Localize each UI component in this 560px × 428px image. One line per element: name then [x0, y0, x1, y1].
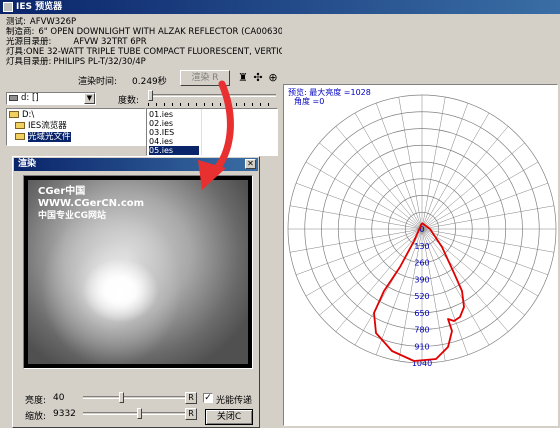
info-lamp-catalog: 光源目录册: AFVW 32TRT 6PR — [6, 37, 147, 47]
polar-plot: 01302603905206507809101040 — [287, 94, 557, 368]
file-item[interactable]: 01.ies — [149, 110, 199, 119]
polar-ring-label: 780 — [414, 326, 429, 335]
brightness-slider-track — [83, 396, 187, 399]
polar-ring-label: 520 — [414, 292, 429, 301]
polar-ring-label: 130 — [414, 242, 429, 251]
render-time-value: 0.249秒 — [132, 77, 167, 87]
brightness-value: 40 — [53, 393, 65, 403]
polar-grid-spoke — [375, 102, 423, 230]
light-transfer-checkbox[interactable]: ✓ — [203, 393, 213, 403]
degree-slider[interactable] — [148, 90, 276, 108]
watermark-line3: 中国专业CG网站 — [38, 211, 106, 221]
polar-grid-spoke — [421, 182, 549, 230]
degree-slider-ticks — [148, 103, 276, 106]
polar-ring-label: 260 — [414, 259, 429, 268]
file-list[interactable]: 01.ies 02.ies 03.IES 04.ies 05.ies — [146, 108, 278, 156]
window-title-bar[interactable]: IES 预览器 — [0, 0, 560, 14]
angle-value: =0 — [312, 97, 325, 106]
render-time-label: 渲染时间: — [78, 77, 118, 87]
close-button[interactable]: 关闭C — [205, 409, 253, 425]
polar-info: 预览: 最大亮度 =1028 角度 =0 — [288, 88, 371, 106]
scale-reset-button[interactable]: R — [185, 408, 197, 420]
degree-slider-thumb[interactable] — [148, 90, 153, 101]
drive-select[interactable]: d: [] ▼ — [6, 92, 96, 105]
folder-item[interactable]: D:\ — [9, 110, 34, 121]
polar-ring-label: 390 — [414, 275, 429, 284]
max-label: 最大亮度 — [309, 88, 342, 97]
render-dialog-title-bar[interactable]: 渲染 ✕ — [14, 158, 258, 171]
max-value: =1028 — [343, 88, 371, 97]
file-item[interactable]: 03.IES — [149, 128, 199, 137]
scale-slider[interactable] — [83, 408, 187, 420]
preview-label: 预览: — [288, 88, 307, 97]
polar-grid-spoke — [421, 228, 509, 332]
crosshair-icon[interactable]: ⊕ — [266, 70, 280, 86]
folder-icon — [9, 111, 19, 118]
polar-grid-spoke — [421, 142, 525, 230]
degree-slider-track — [148, 94, 276, 97]
folder-open-icon — [15, 133, 25, 140]
close-icon[interactable]: ✕ — [245, 159, 256, 169]
window-title: IES 预览器 — [16, 2, 63, 12]
polar-ring-label: 650 — [414, 309, 429, 318]
drive-value: d: [] — [21, 93, 39, 103]
scale-value: 9332 — [53, 409, 76, 419]
scale-slider-track — [83, 412, 187, 415]
lamp-icon[interactable]: ♜ — [236, 70, 250, 86]
render-dialog: 渲染 ✕ CGer中国 WWW.CGerCN.com 中国专业CG网站 亮度: … — [12, 156, 260, 428]
watermark: CGer中国 WWW.CGerCN.com 中国专业CG网站 — [38, 186, 144, 222]
polar-grid-spoke — [319, 228, 423, 316]
file-item[interactable]: 02.ies — [149, 119, 199, 128]
scale-label: 缩放: — [25, 412, 47, 422]
polar-grid-spoke — [421, 102, 469, 230]
polar-plot-panel: 0 130 260 390 520 650 780 910 1040 预览: 最大亮度 =102… — [283, 84, 558, 426]
render-button[interactable]: 渲染 R — [180, 70, 230, 86]
scale-slider-thumb[interactable] — [137, 408, 142, 419]
degree-label: 度数: — [118, 96, 140, 106]
polar-grid-spoke — [335, 126, 423, 230]
info-test: 测试: AFVW326P — [6, 17, 77, 27]
expand-icon[interactable]: ✣ — [251, 70, 265, 86]
polar-grid-spoke — [319, 142, 423, 230]
folder-tree[interactable]: D:\ IES流览器 光域光文件 — [6, 108, 146, 146]
brightness-reset-button[interactable]: R — [185, 392, 197, 404]
brightness-label: 亮度: — [25, 396, 47, 406]
drive-icon — [9, 95, 18, 101]
app-icon — [3, 2, 13, 12]
polar-grid-spoke — [335, 228, 423, 332]
polar-grid-spoke — [295, 182, 423, 230]
brightness-slider[interactable] — [83, 392, 187, 404]
info-luminaire-catalog: 灯具目录册: PHILIPS PL-T/32/30/4P — [6, 57, 146, 67]
polar-grid-spoke — [295, 228, 423, 276]
watermark-line1: CGer中国 — [38, 186, 86, 197]
render-dialog-title: 渲染 — [18, 159, 37, 169]
info-luminaire: 灯具:ONE 32-WATT TRIPLE TUBE COMPACT FLUOR… — [6, 47, 282, 57]
polar-grid-spoke — [421, 228, 549, 276]
info-manufacturer: 制造商: 6" OPEN DOWNLIGHT WITH ALZAK REFLECT… — [6, 27, 282, 37]
folder-item-selected[interactable]: 光域光文件 — [15, 132, 71, 143]
folder-icon — [15, 122, 25, 129]
file-item-selected[interactable]: 05.ies — [149, 146, 199, 155]
angle-label: 角度 — [294, 97, 310, 106]
render-view: CGer中国 WWW.CGerCN.com 中国专业CG网站 — [23, 175, 253, 369]
light-transfer-label: 光能传递 — [216, 396, 253, 406]
folder-item[interactable]: IES流览器 — [15, 121, 67, 132]
brightness-slider-thumb[interactable] — [119, 392, 124, 403]
file-item[interactable]: 04.ies — [149, 137, 199, 146]
polar-grid-spoke — [421, 228, 525, 316]
polar-ring-label: 910 — [414, 342, 429, 351]
polar-grid-spoke — [421, 126, 509, 230]
watermark-line2: WWW.CGerCN.com — [38, 198, 145, 209]
chevron-down-icon[interactable]: ▼ — [84, 93, 95, 104]
column-divider — [201, 109, 202, 155]
